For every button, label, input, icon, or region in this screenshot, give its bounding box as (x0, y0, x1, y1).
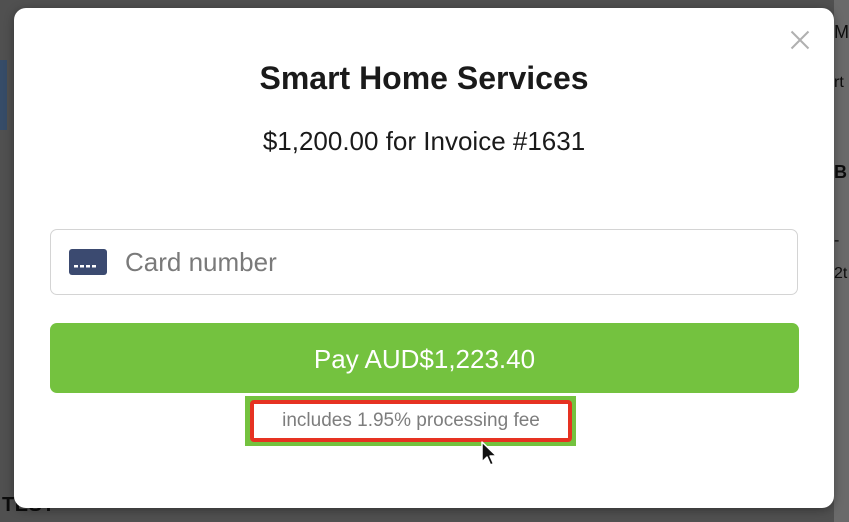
close-icon[interactable] (788, 28, 812, 52)
credit-card-icon (69, 249, 107, 275)
invoice-amount: $1,200.00 for Invoice #1631 (262, 126, 586, 156)
card-number-field[interactable] (50, 229, 798, 295)
background-text-fragment: rt (834, 74, 844, 91)
processing-fee-annotation: includes 1.95% processing fee (250, 400, 572, 442)
background-graphic (0, 60, 7, 130)
background-text-fragment: M (834, 22, 849, 42)
background-page-edge: M rt B - 2t (834, 0, 849, 522)
mouse-pointer-icon (481, 441, 498, 466)
processing-fee-note: includes 1.95% processing fee (282, 410, 540, 431)
background-text-fragment: - (834, 232, 840, 249)
modal-title: Smart Home Services (259, 60, 589, 96)
background-text-fragment: 2t (834, 265, 848, 282)
background-text-fragment: B (834, 162, 847, 182)
pay-button[interactable]: Pay AUD$1,223.40 (50, 323, 799, 393)
card-number-input[interactable] (123, 245, 727, 279)
